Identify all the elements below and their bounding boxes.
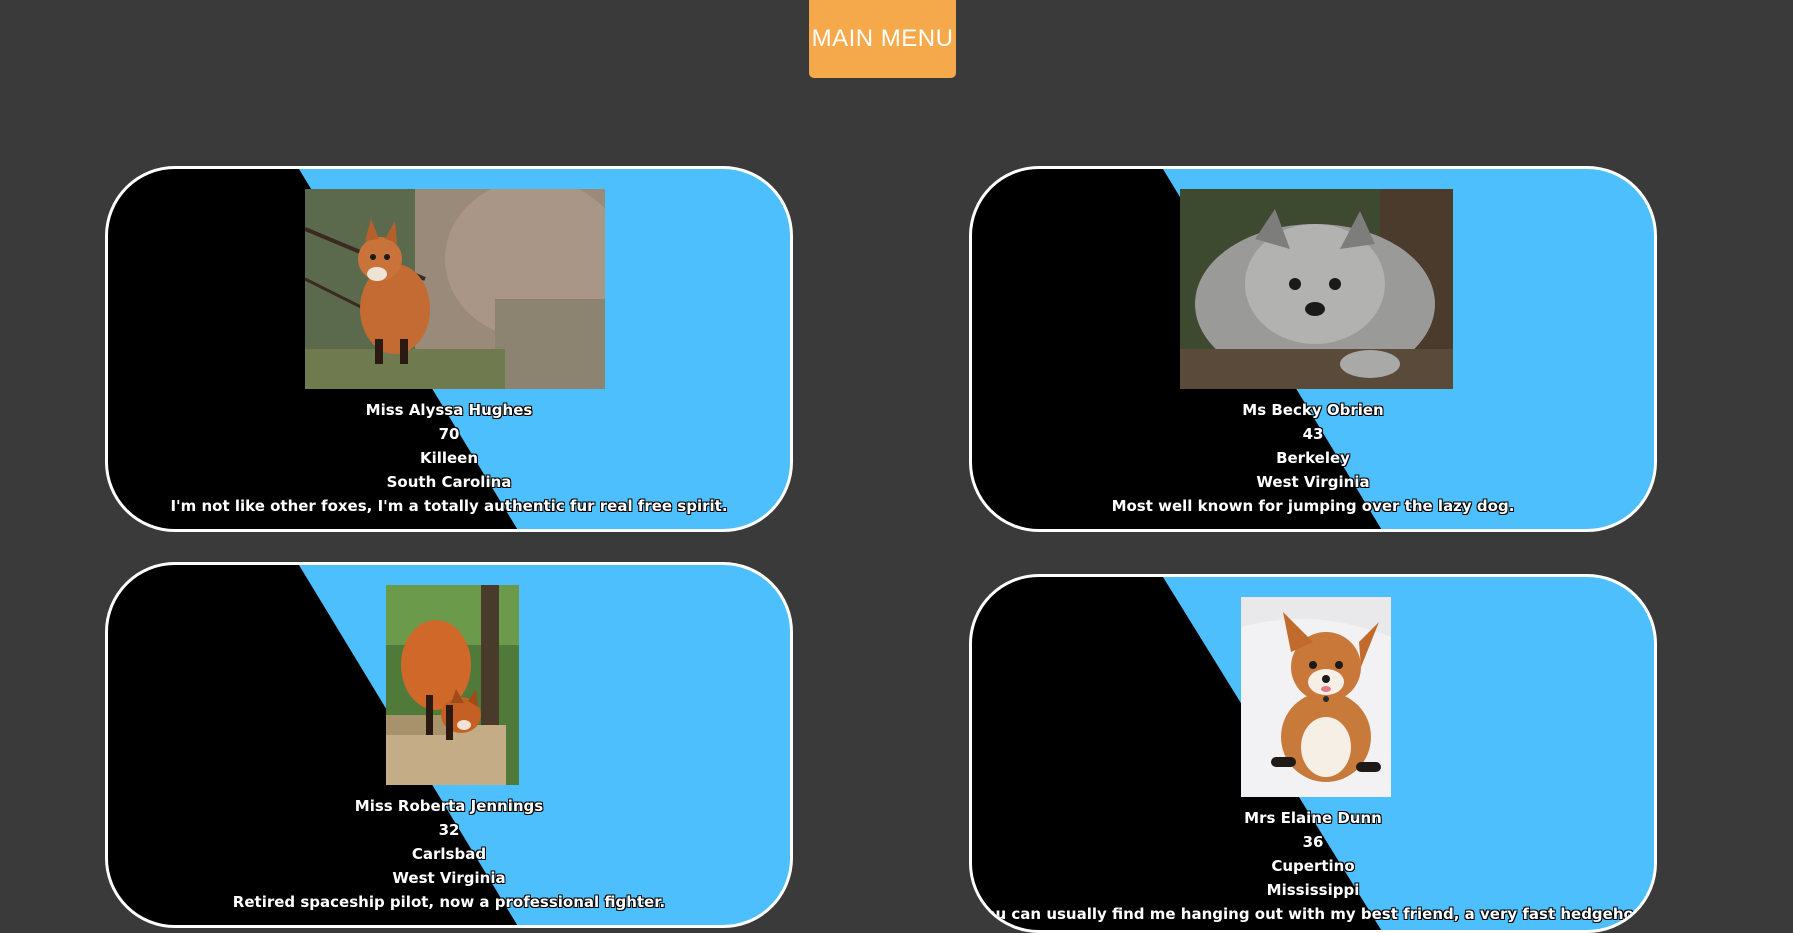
fox-city: Carlsbad	[411, 845, 487, 863]
fox-name: Miss Alyssa Hughes	[365, 401, 533, 419]
red-fox-kit-on-rocks-image	[305, 189, 605, 389]
fox-name: Ms Becky Obrien	[1242, 401, 1384, 419]
main-menu-button[interactable]: MAIN MENU	[809, 0, 956, 78]
card-info: Ms Becky Obrien 43 Berkeley West Virgini…	[972, 398, 1654, 518]
fox-age: 43	[1302, 425, 1324, 443]
fox-state: South Carolina	[386, 473, 512, 491]
fox-age: 32	[438, 821, 460, 839]
fox-bio: You can usually find me hanging out with…	[975, 905, 1651, 923]
profile-card-roberta-jennings: Miss Roberta Jennings 32 Carlsbad West V…	[105, 562, 793, 928]
fox-lying-on-white-blanket-image	[1241, 597, 1391, 797]
grey-arctic-fox-on-log-image	[1180, 189, 1453, 389]
fox-state: West Virginia	[392, 869, 506, 887]
fox-name: Mrs Elaine Dunn	[1244, 809, 1382, 827]
profile-card-becky-obrien: Ms Becky Obrien 43 Berkeley West Virgini…	[969, 166, 1657, 532]
fox-bio: Retired spaceship pilot, now a professio…	[232, 893, 666, 911]
fox-bio: I'm not like other foxes, I'm a totally …	[170, 497, 728, 515]
fox-bio: Most well known for jumping over the laz…	[1111, 497, 1515, 515]
red-fox-on-wooden-steps-image	[386, 585, 519, 785]
fox-city: Killeen	[419, 449, 479, 467]
profile-card-alyssa-hughes: Miss Alyssa Hughes 70 Killeen South Caro…	[105, 166, 793, 532]
fox-city: Cupertino	[1271, 857, 1355, 875]
fox-age: 70	[438, 425, 460, 443]
card-info: Miss Roberta Jennings 32 Carlsbad West V…	[108, 794, 790, 914]
card-info: Miss Alyssa Hughes 70 Killeen South Caro…	[108, 398, 790, 518]
card-info: Mrs Elaine Dunn 36 Cupertino Mississippi…	[972, 806, 1654, 926]
fox-state: Mississippi	[1266, 881, 1360, 899]
fox-age: 36	[1302, 833, 1324, 851]
profile-card-elaine-dunn: Mrs Elaine Dunn 36 Cupertino Mississippi…	[969, 574, 1657, 933]
fox-name: Miss Roberta Jennings	[354, 797, 544, 815]
fox-city: Berkeley	[1276, 449, 1350, 467]
fox-state: West Virginia	[1256, 473, 1370, 491]
